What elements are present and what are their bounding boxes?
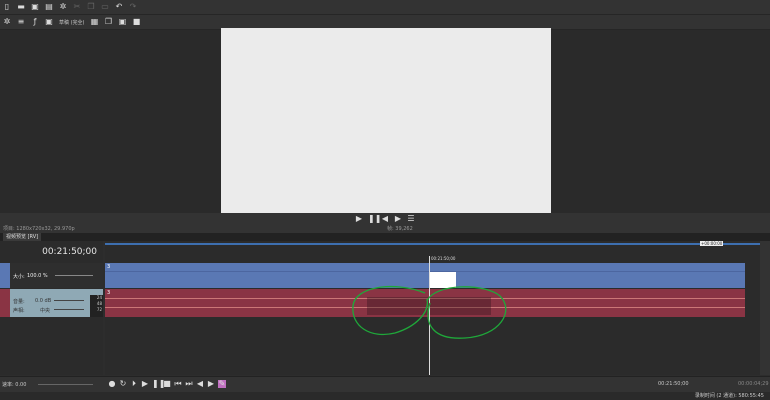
overlay-icon[interactable]: ▦ <box>91 18 99 26</box>
new-icon[interactable]: ▯ <box>3 3 11 11</box>
vertical-scrollbar[interactable] <box>760 241 770 375</box>
pause-icon[interactable]: ❚❚ <box>368 215 381 223</box>
size-value: 100.0 % <box>27 273 48 279</box>
copy-icon[interactable]: ❐ <box>87 3 95 11</box>
stop-icon[interactable]: ■ <box>163 380 171 388</box>
meter-label: 72 <box>96 307 102 312</box>
frame-info: 帧: 39,262 <box>387 226 413 232</box>
record-time: 录制时间 (2 通道): 580:55:45 <box>694 393 764 399</box>
tab-bar: 视频预览 [RV] <box>0 233 770 241</box>
paste-icon[interactable]: ▭ <box>101 3 109 11</box>
save-as-icon[interactable]: ▤ <box>45 3 53 11</box>
pan-value: 中央 <box>40 308 51 314</box>
main-toolbar: ▯ ▬ ▣ ▤ ✲ ✂ ❐ ▭ ↶ ↷ <box>0 0 770 15</box>
open-icon[interactable]: ▬ <box>17 3 25 11</box>
track-headers: 00:21:50;00 大小: 100.0 % 音量: 0.0 dB 声相: 中… <box>0 241 103 375</box>
transport-controls: ● ↻ ⏵ ▶ ❚❚ ■ ⏮ ⏭ ◀ ▶ ✎ <box>108 380 226 388</box>
menu-icon[interactable]: ☰ <box>407 215 415 223</box>
cut-icon[interactable]: ✂ <box>73 3 81 11</box>
prev-frame-icon[interactable]: ◀ <box>196 380 204 388</box>
size-slider[interactable] <box>55 275 93 276</box>
tab-video-preview[interactable]: 视频预览 [RV] <box>3 233 42 241</box>
cursor-time: 00:21:50;00 <box>658 381 689 387</box>
preview-frame <box>221 28 551 213</box>
audio-meter: 24 48 72 <box>90 295 103 317</box>
go-end-icon[interactable]: ⏭ <box>185 380 193 388</box>
undo-icon[interactable]: ↶ <box>115 3 123 11</box>
video-track-header[interactable]: 大小: 100.0 % <box>0 263 103 288</box>
preview-transport: ▶ ❚❚ ◀ ▶ ☰ <box>0 213 770 225</box>
save-icon[interactable]: ▣ <box>31 3 39 11</box>
pan-label: 声相: <box>13 308 25 314</box>
rate-slider[interactable] <box>38 384 93 385</box>
preview-status: 项目: 1280x720x32, 29.970p 帧: 39,262 <box>0 225 770 233</box>
edit-tool-icon[interactable]: ✎ <box>218 380 226 388</box>
timeline[interactable]: +00:00:00 00:21:50;00 3 3 <box>105 241 760 375</box>
selection-length: 00:00:04;29 <box>738 381 769 387</box>
status-bar: 录制时间 (2 通道): 580:55:45 <box>0 392 770 400</box>
play-icon[interactable]: ▶ <box>141 380 149 388</box>
prev-frame-icon[interactable]: ◀ <box>381 215 389 223</box>
save-frame-icon[interactable]: ▣ <box>119 18 127 26</box>
monitor-icon[interactable]: ■ <box>133 18 141 26</box>
volume-slider[interactable] <box>54 300 84 301</box>
play-icon[interactable]: ▶ <box>355 215 363 223</box>
rate-label: 速率: 0.00 <box>2 382 27 388</box>
copy-frame-icon[interactable]: ❐ <box>105 18 113 26</box>
pan-slider[interactable] <box>54 309 84 310</box>
preview-quality-select[interactable]: 草稿 (完全) <box>59 19 85 26</box>
redo-icon[interactable]: ↷ <box>129 3 137 11</box>
device-icon[interactable]: ▣ <box>45 18 53 26</box>
volume-label: 音量: <box>13 299 25 305</box>
go-start-icon[interactable]: ⏮ <box>174 380 182 388</box>
play-from-start-icon[interactable]: ⏵ <box>130 380 138 388</box>
annotation-drawing <box>352 285 507 339</box>
fx-icon[interactable]: ƒ <box>31 18 39 26</box>
settings-icon[interactable]: ✲ <box>59 3 67 11</box>
record-icon[interactable]: ● <box>108 380 116 388</box>
gear-icon[interactable]: ✲ <box>3 18 11 26</box>
audio-track-header[interactable]: 音量: 0.0 dB 声相: 中央 24 48 72 <box>0 289 103 317</box>
size-label: 大小: <box>13 274 25 280</box>
next-frame-icon[interactable]: ▶ <box>207 380 215 388</box>
pause-icon[interactable]: ❚❚ <box>152 380 165 388</box>
volume-value: 0.0 dB <box>35 298 52 304</box>
loop-icon[interactable]: ↻ <box>119 380 127 388</box>
split-icon[interactable]: ≡ <box>17 18 25 26</box>
transport-bar: 速率: 0.00 ● ↻ ⏵ ▶ ❚❚ ■ ⏮ ⏭ ◀ ▶ ✎ 00:21:50… <box>0 376 770 392</box>
project-info: 项目: 1280x720x32, 29.970p <box>3 226 75 232</box>
next-frame-icon[interactable]: ▶ <box>394 215 402 223</box>
current-time: 00:21:50;00 <box>42 247 97 257</box>
